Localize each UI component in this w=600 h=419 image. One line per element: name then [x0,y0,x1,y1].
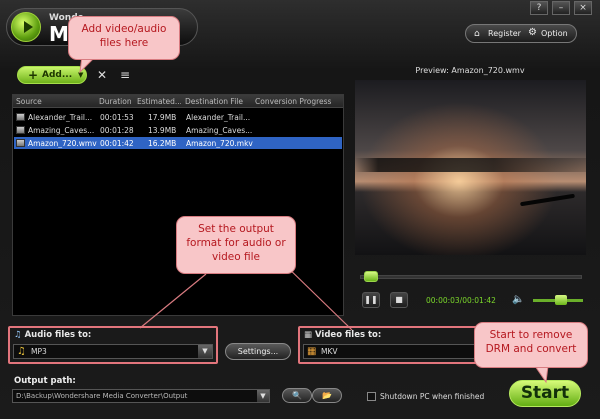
close-icon[interactable]: ✕ [93,66,111,84]
list-item[interactable]: Alexander_Trail... 00:01:53 17.9MB Alexa… [14,111,342,123]
register-icon: ⌂ [474,29,480,39]
film-icon: ▦ [304,330,313,340]
audio-format-select[interactable]: ♫ MP3 ▼ [13,344,213,359]
callout-output-format: Set the output format for audio or video… [176,216,296,274]
volume-handle[interactable] [554,295,567,305]
video-file-icon [16,126,25,134]
list-item[interactable]: Amazing_Caves... 00:01:28 13.9MB Amazing… [14,124,342,136]
minimize-button[interactable]: – [552,1,570,15]
register-option-bar: ⌂ Register ⚙ Option [465,24,577,43]
search-icon: 🔍 [292,391,302,400]
video-label-text: Video files to: [315,330,382,340]
add-files-button[interactable]: + Add... ▼ [17,66,87,84]
folder-icon: 📂 [322,391,332,400]
video-file-icon [16,139,25,147]
row-dest: Amazon_720.mkv [186,139,253,148]
audio-label: ♫ Audio files to: [14,330,91,340]
output-path-select[interactable]: D:\Backup\Wondershare Media Converter\Ou… [12,389,270,403]
app-window: Wonde Me ? – × ⌂ Register ⚙ Option + Add… [0,0,600,419]
chevron-down-icon[interactable]: ▼ [257,390,269,402]
video-label: ▦ Video files to: [304,330,381,340]
music-note-icon: ♫ [14,330,22,340]
play-logo-icon [11,12,41,42]
close-window-button[interactable]: × [574,1,592,15]
settings-button[interactable]: Settings... [225,343,291,360]
output-path-label: Output path: [14,376,76,386]
clear-list-icon[interactable]: ≡ [116,66,134,84]
row-duration: 00:01:42 [100,139,134,148]
timecode: 00:00:03/00:01:42 [426,296,496,305]
chevron-down-icon[interactable]: ▼ [78,71,83,79]
row-source: Alexander_Trail... [28,113,93,122]
col-duration[interactable]: Duration [99,97,132,106]
pause-button[interactable]: ❚❚ [362,292,380,308]
row-size: 17.9MB [148,113,177,122]
shutdown-checkbox[interactable] [367,392,376,401]
row-duration: 00:01:53 [100,113,134,122]
stop-button[interactable]: ■ [390,292,408,308]
callout-add-files: Add video/audio files here [68,16,180,60]
preview-title: Preview: Amazon_720.wmv [415,66,525,75]
gear-icon[interactable]: ⚙ [528,27,537,38]
help-button[interactable]: ? [530,1,548,15]
row-source: Amazing_Caves... [28,126,95,135]
option-button[interactable]: Option [541,29,568,38]
video-file-icon [16,113,25,121]
seek-bar[interactable] [360,275,582,279]
chevron-down-icon[interactable]: ▼ [198,345,212,358]
seek-handle[interactable] [364,271,379,282]
start-button[interactable]: Start [509,380,581,407]
callout-start: Start to remove DRM and convert [474,322,588,368]
video-format-select[interactable]: ▦ MKV ▼ [303,344,493,359]
audio-format-value: MP3 [31,347,47,356]
film-icon: ▦ [307,346,317,357]
preview-shoreline [355,158,586,172]
shutdown-label: Shutdown PC when finished [380,392,485,401]
col-estimated[interactable]: Estimated... [137,97,181,106]
output-path-value: D:\Backup\Wondershare Media Converter\Ou… [16,392,188,400]
file-list[interactable]: Source Duration Estimated... Destination… [12,94,344,316]
row-duration: 00:01:28 [100,126,134,135]
row-source: Amazon_720.wmv [28,139,97,148]
list-item[interactable]: Amazon_720.wmv 00:01:42 16.2MB Amazon_72… [14,137,342,149]
music-note-icon: ♫ [17,346,26,357]
row-size: 16.2MB [148,139,177,148]
col-progress[interactable]: Conversion Progress [255,97,331,106]
col-source[interactable]: Source [16,97,42,106]
row-dest: Amazing_Caves... [186,126,253,135]
open-folder-button[interactable]: 📂 [312,388,342,403]
plus-icon: + [28,68,39,82]
video-format-value: MKV [321,347,338,356]
speaker-icon[interactable]: 🔈 [512,294,524,305]
row-size: 13.9MB [148,126,177,135]
col-destination[interactable]: Destination File [185,97,243,106]
preview-boat [520,193,575,207]
search-folder-button[interactable]: 🔍 [282,388,312,403]
add-files-label: Add... [42,70,73,80]
audio-label-text: Audio files to: [24,330,92,340]
register-button[interactable]: Register [488,29,521,38]
preview-video [355,80,586,255]
row-dest: Alexander_Trail... [186,113,251,122]
list-header: Source Duration Estimated... Destination… [13,95,343,108]
